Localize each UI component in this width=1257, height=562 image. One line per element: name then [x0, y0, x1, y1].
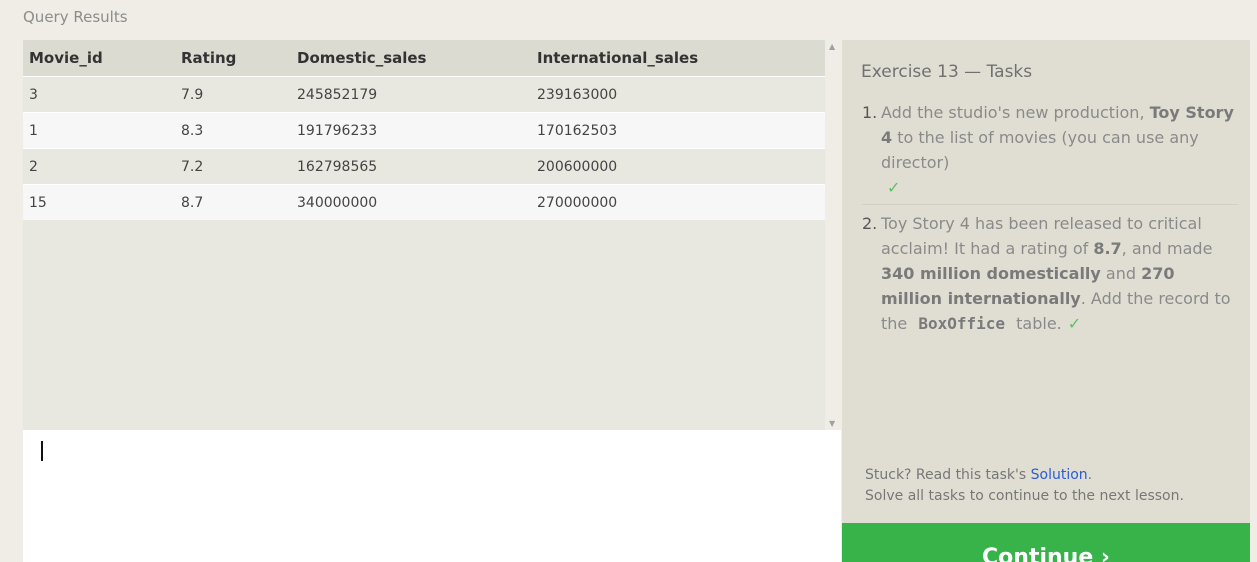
task-text: table. [1011, 314, 1062, 333]
task-number: 1. [862, 103, 878, 122]
table-row: 15 8.7 340000000 270000000 [23, 184, 825, 220]
cell-rating: 8.7 [175, 184, 291, 220]
column-header-international-sales: International_sales [531, 40, 825, 77]
scroll-up-arrow-icon[interactable]: ▲ [829, 42, 835, 51]
query-results-table-panel: Movie_id Rating Domestic_sales Internati… [23, 40, 825, 430]
table-row: 3 7.9 245852179 239163000 [23, 76, 825, 113]
task-list: 1. Add the studio's new production, Toy … [862, 100, 1238, 336]
help-text: Stuck? Read this task's Solution. Solve … [865, 465, 1184, 507]
help-suffix: . [1087, 467, 1093, 483]
cell-movie-id: 1 [23, 112, 175, 149]
task-emphasis: 8.7 [1093, 239, 1122, 258]
continue-button[interactable]: Continue › [842, 523, 1250, 562]
cell-domestic-sales: 340000000 [291, 184, 531, 220]
column-header-movie-id: Movie_id [23, 40, 175, 77]
query-results-title: Query Results [23, 8, 128, 26]
results-table: Movie_id Rating Domestic_sales Internati… [23, 40, 825, 220]
checkmark-icon: ✓ [1067, 314, 1082, 333]
table-header-row: Movie_id Rating Domestic_sales Internati… [23, 40, 825, 77]
cell-movie-id: 3 [23, 76, 175, 113]
continue-button-label: Continue › [982, 545, 1110, 562]
task-text: Add the studio's new production, [881, 103, 1150, 122]
cell-international-sales: 270000000 [531, 184, 825, 220]
cell-rating: 7.2 [175, 148, 291, 185]
scroll-down-arrow-icon[interactable]: ▼ [829, 419, 835, 428]
cell-movie-id: 2 [23, 148, 175, 185]
tasks-title: Exercise 13 — Tasks [861, 62, 1033, 82]
cell-domestic-sales: 245852179 [291, 76, 531, 113]
task-text: , and made [1121, 239, 1213, 258]
cell-rating: 8.3 [175, 112, 291, 149]
task-item-1: 1. Add the studio's new production, Toy … [862, 100, 1238, 205]
column-header-rating: Rating [175, 40, 291, 77]
cell-international-sales: 239163000 [531, 76, 825, 113]
text-cursor [41, 441, 43, 461]
task-text: and [1100, 264, 1142, 283]
table-row: 2 7.2 162798565 200600000 [23, 148, 825, 185]
table-row: 1 8.3 191796233 170162503 [23, 112, 825, 149]
column-header-domestic-sales: Domestic_sales [291, 40, 531, 77]
sql-query-editor[interactable] [23, 430, 841, 562]
cell-rating: 7.9 [175, 76, 291, 113]
task-emphasis: 340 million domestically [881, 264, 1101, 283]
results-scrollbar[interactable]: ▲ ▼ [825, 40, 841, 430]
help-line-2: Solve all tasks to continue to the next … [865, 488, 1184, 504]
cell-domestic-sales: 162798565 [291, 148, 531, 185]
cell-international-sales: 170162503 [531, 112, 825, 149]
cell-international-sales: 200600000 [531, 148, 825, 185]
help-prefix: Stuck? Read this task's [865, 467, 1031, 483]
task-item-2: 2. Toy Story 4 has been released to crit… [862, 211, 1238, 336]
tasks-panel: Exercise 13 — Tasks 1. Add the studio's … [842, 40, 1250, 523]
table-name-code: BoxOffice [918, 314, 1006, 333]
task-text: to the list of movies (you can use any d… [881, 128, 1199, 172]
task-number: 2. [862, 214, 878, 233]
cell-domestic-sales: 191796233 [291, 112, 531, 149]
checkmark-icon: ✓ [887, 178, 901, 197]
solution-link[interactable]: Solution [1031, 467, 1088, 483]
cell-movie-id: 15 [23, 184, 175, 220]
